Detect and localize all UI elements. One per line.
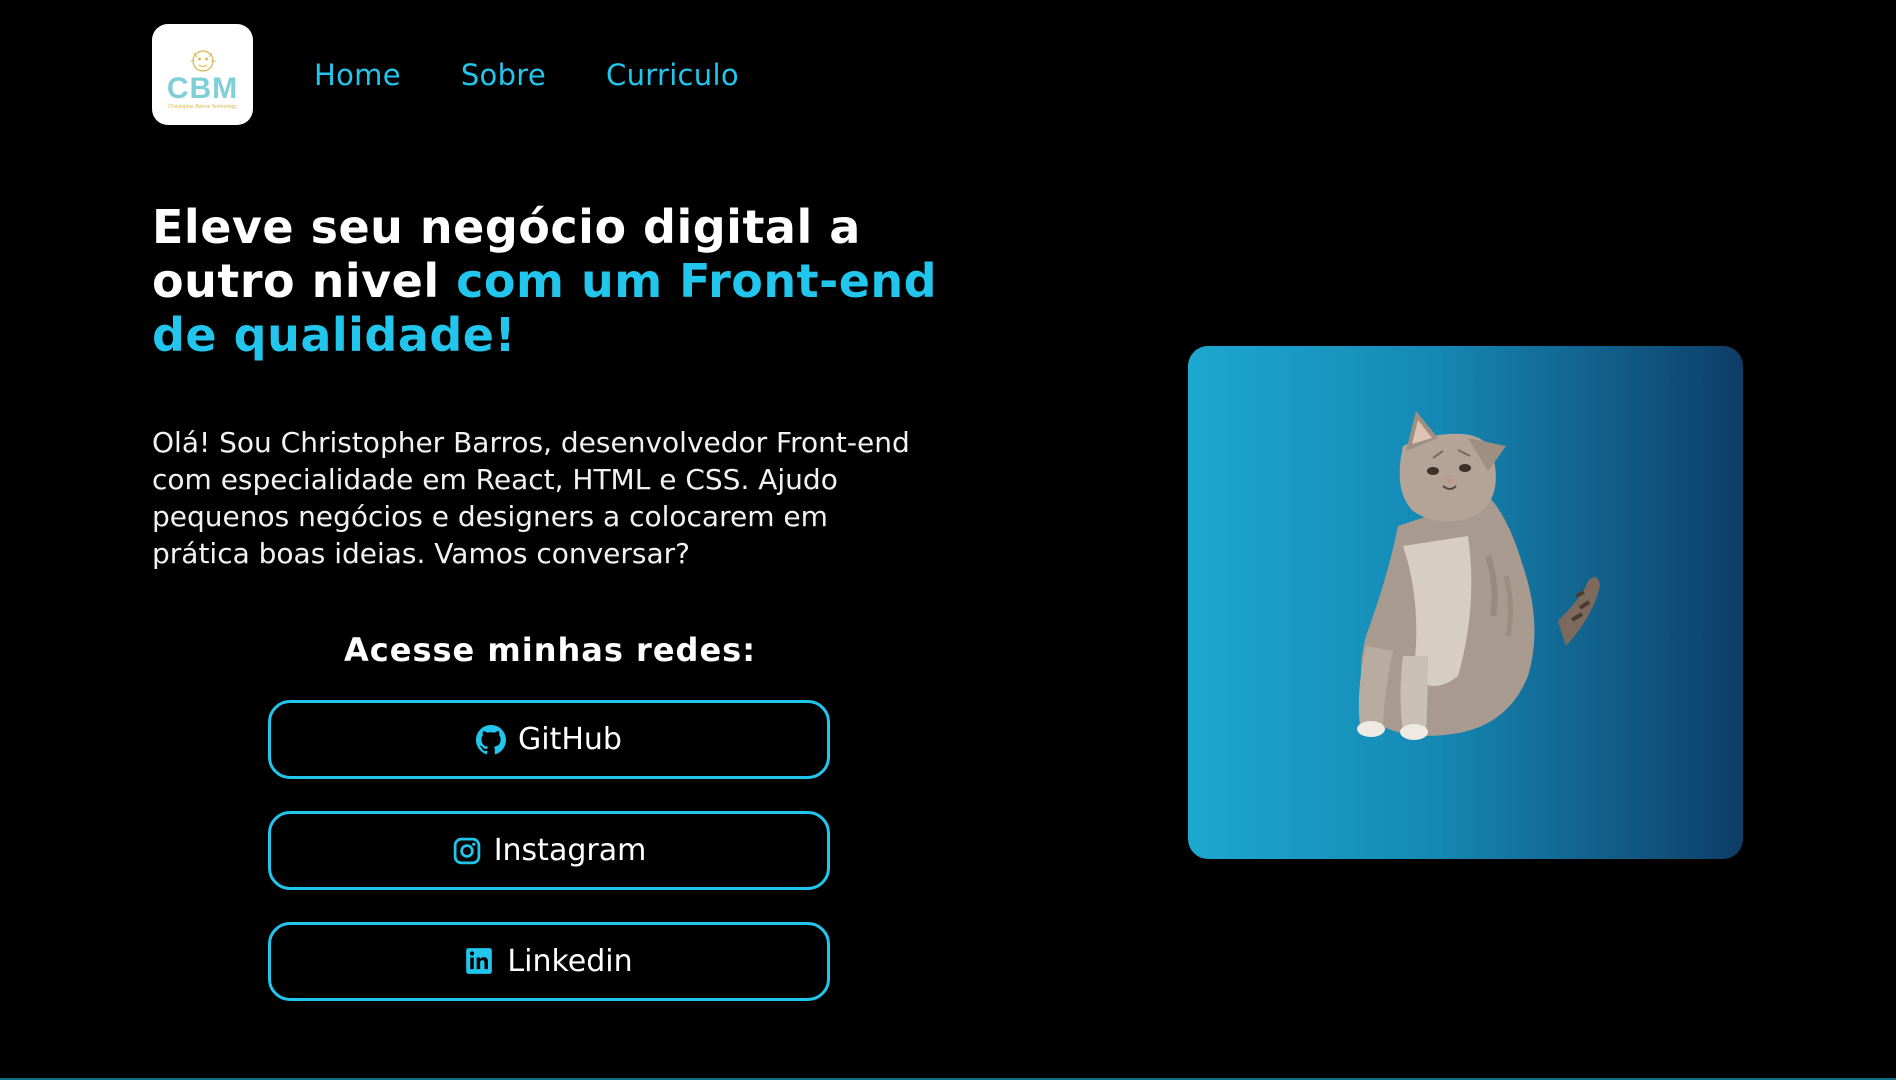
social-title: Acesse minhas redes: xyxy=(344,631,756,669)
hero-headline: Eleve seu negócio digital a outro nivel … xyxy=(152,200,952,362)
github-icon xyxy=(476,724,507,755)
github-label: GitHub xyxy=(518,722,622,757)
linkedin-icon xyxy=(465,947,495,977)
instagram-label: Instagram xyxy=(493,833,647,868)
landing-page: CBM Christopher Barros Technology Home S… xyxy=(0,0,1896,1080)
hero-intro: Olá! Sou Christopher Barros, desenvolved… xyxy=(152,426,910,570)
instagram-button[interactable]: Instagram xyxy=(268,811,830,890)
logo-tagline: Christopher Barros Technology xyxy=(168,104,237,110)
nav-curriculo[interactable]: Curriculo xyxy=(606,56,739,94)
instagram-icon xyxy=(452,836,482,866)
tiger-emblem-icon xyxy=(189,50,216,72)
main-nav: Home Sobre Curriculo xyxy=(314,56,739,94)
brand-logo[interactable]: CBM Christopher Barros Technology xyxy=(152,24,253,125)
linkedin-button[interactable]: Linkedin xyxy=(268,922,830,1001)
linkedin-label: Linkedin xyxy=(507,944,633,979)
hero-image-card xyxy=(1188,346,1743,859)
logo-text: CBM xyxy=(166,72,239,105)
nav-sobre[interactable]: Sobre xyxy=(461,56,546,94)
github-button[interactable]: GitHub xyxy=(268,700,830,779)
cat-image xyxy=(1357,411,1600,740)
nav-home[interactable]: Home xyxy=(314,56,401,94)
